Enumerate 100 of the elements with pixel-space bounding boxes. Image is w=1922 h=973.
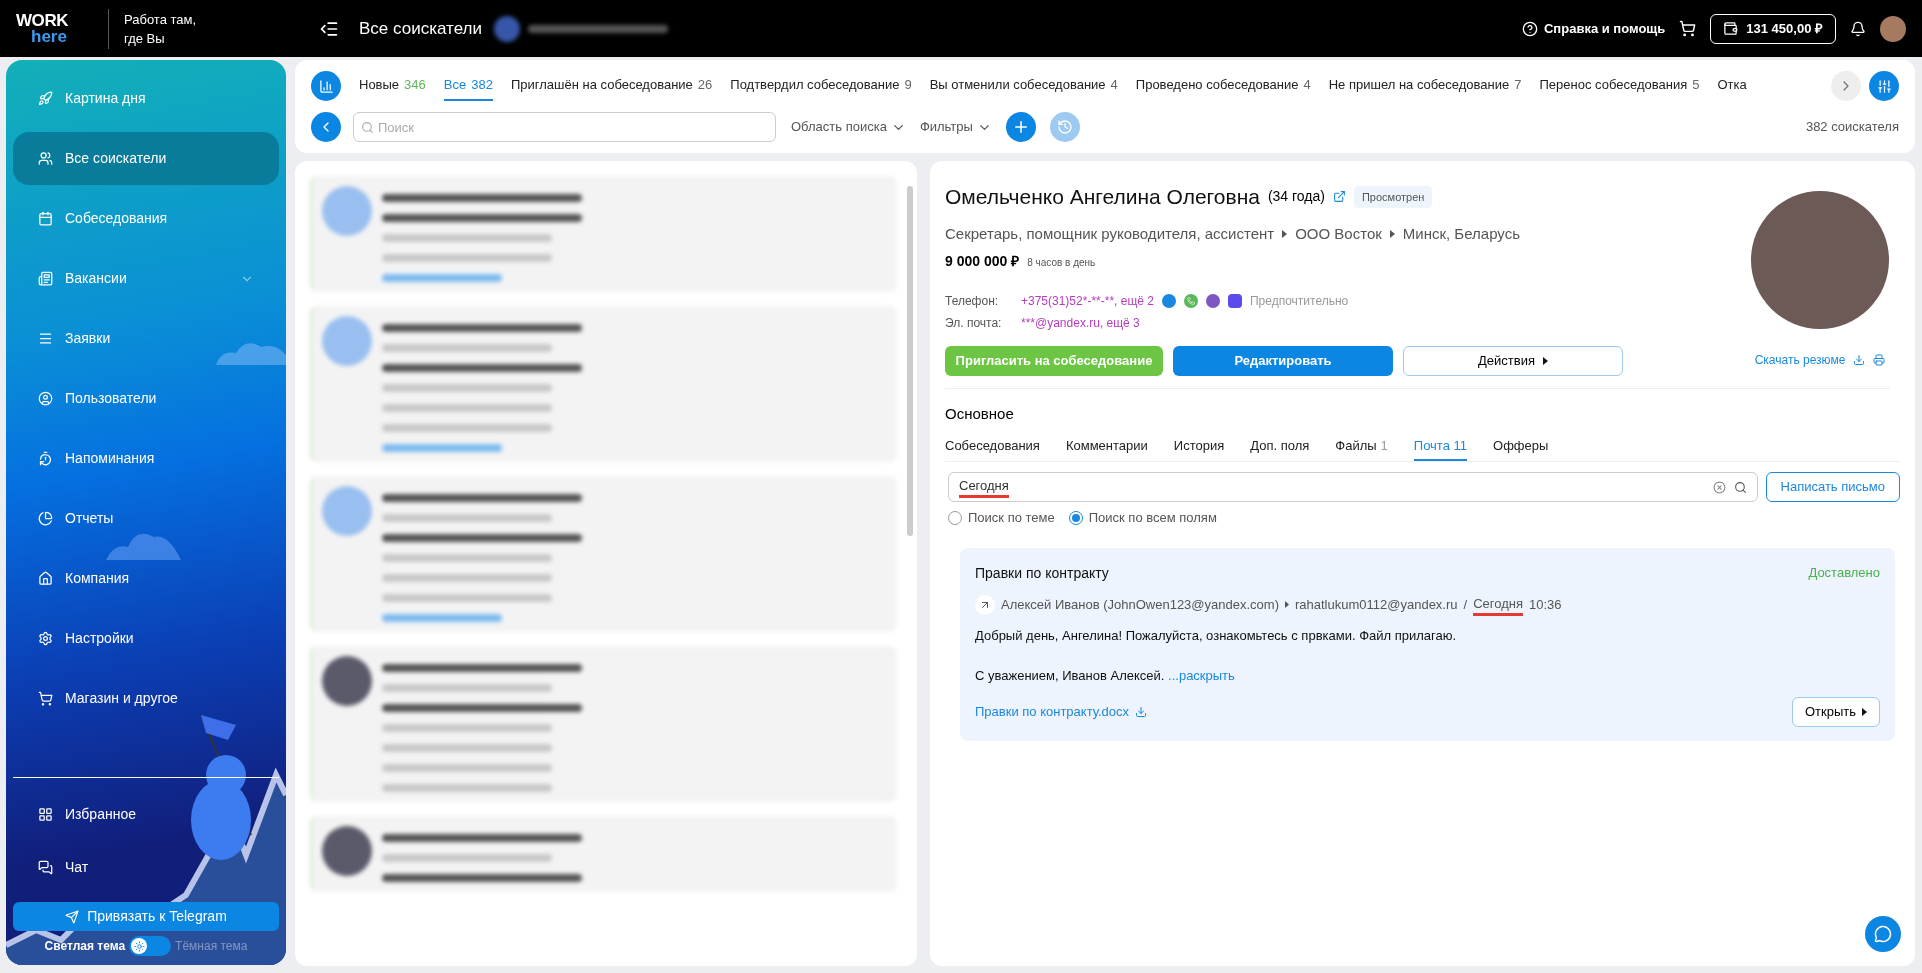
status-tab[interactable]: Приглашён на собеседование 26 (510, 71, 713, 101)
nav-item[interactable]: Напоминания (13, 432, 279, 485)
email-link[interactable]: ***@yandex.ru, ещё 3 (1021, 314, 1140, 332)
blurred-candidate-card[interactable] (310, 816, 897, 892)
mail-search-field[interactable]: Сегодня (948, 472, 1758, 502)
dark-theme-label: Тёмная тема (175, 938, 248, 955)
caret-right-icon (1389, 229, 1395, 238)
candidate-total: 382 соискателя (1805, 118, 1899, 137)
status-tab[interactable]: Перенос собеседования 5 (1539, 71, 1700, 101)
logo[interactable]: WORK here (16, 12, 108, 45)
email-body: Добрый день, Ангелина! Пожалуйста, ознакомьтесь с првками. Файл прилагаю. (975, 627, 1458, 645)
nav-label: Собеседования (65, 209, 168, 228)
phone-link[interactable]: +375(31)52*-**-**, ещё 2 (1021, 292, 1154, 310)
avatar[interactable] (1880, 15, 1906, 42)
status-tab[interactable]: Подтвердил собеседование 9 (730, 71, 912, 101)
theme-switch[interactable] (129, 936, 172, 956)
actions-button[interactable]: Действия (1403, 346, 1623, 376)
light-theme-label: Светлая тема (44, 938, 126, 955)
timer-icon (38, 451, 53, 466)
balance-button[interactable]: 131 450,00 ₽ (1710, 13, 1836, 44)
phone-bubble-icon[interactable] (1183, 294, 1198, 308)
status-tab[interactable]: Не пришел на собеседование 7 (1328, 71, 1522, 101)
back-button[interactable] (311, 112, 341, 142)
status-tab[interactable]: Отка (1717, 71, 1747, 101)
caret-right-icon (1282, 229, 1288, 238)
add-button[interactable] (1005, 112, 1036, 142)
history-icon (1056, 119, 1073, 135)
nav-item[interactable]: Избранное (13, 788, 279, 841)
support-chat-button[interactable] (1865, 916, 1901, 952)
pie-chart-icon (38, 511, 53, 526)
status-tab[interactable]: Проведено собеседование 4 (1135, 71, 1311, 101)
open-button[interactable]: Открыть (1791, 697, 1880, 727)
external-link-icon[interactable] (1332, 190, 1346, 204)
grid-icon (38, 807, 53, 822)
path-text: Секретарь, помощник руководителя, ассистент (945, 223, 1275, 244)
bar-chart-icon (318, 78, 334, 94)
nav-label: Избранное (65, 805, 136, 824)
nav-item[interactable]: Все соискатели (13, 132, 279, 185)
attachment-link[interactable]: Правки по контракту.docx (975, 702, 1147, 722)
status-tab[interactable]: Новые 346 (359, 71, 426, 101)
path-text: Минск, Беларусь (1402, 223, 1520, 244)
blurred-candidate-card[interactable] (310, 476, 897, 632)
tab-count: 4 (1110, 76, 1118, 95)
email-time: 10:36 (1529, 596, 1562, 614)
help-link[interactable]: Справка и помощь (1522, 18, 1666, 39)
status-tab[interactable]: Все 382 (443, 71, 493, 101)
bell-icon[interactable] (1850, 20, 1866, 37)
search-field[interactable]: Поиск (353, 112, 776, 142)
detail-tab[interactable]: Офферы (1493, 435, 1549, 461)
cart-icon[interactable] (1679, 20, 1697, 37)
caret-right-icon (1285, 601, 1289, 609)
nav-item[interactable]: Пользователи (13, 372, 279, 425)
candidate-age: (34 года) (1267, 187, 1325, 207)
search-icon[interactable] (1733, 480, 1747, 494)
salary: 9 000 000 ₽ (945, 252, 1020, 271)
status-badge: Просмотрен (1353, 185, 1433, 208)
clear-icon[interactable] (1712, 480, 1726, 494)
blurred-candidate-card[interactable] (310, 306, 897, 462)
tab-count: 7 (1514, 76, 1522, 95)
tagline: Работа там, где Вы (124, 10, 198, 48)
detail-tab[interactable]: История (1173, 435, 1225, 461)
tab-count: 382 (471, 76, 493, 95)
people-icon (38, 151, 53, 166)
nav-item[interactable]: Настройки (13, 612, 279, 665)
search-scope-dropdown[interactable]: Область поиска (791, 117, 906, 137)
nav-label: Магазин и другое (65, 689, 178, 708)
detail-tab[interactable]: Почта 11 (1413, 435, 1468, 461)
telegram-button[interactable]: Привязать к Telegram (13, 902, 279, 931)
tab-count: 1 (1380, 437, 1388, 453)
nav-label: Настройки (65, 629, 134, 648)
settings-button[interactable] (1869, 71, 1899, 101)
scroll-right-button[interactable] (1831, 71, 1861, 101)
nav-item[interactable]: Магазин и другое (13, 672, 279, 725)
detail-tab[interactable]: Доп. поля (1250, 435, 1310, 461)
house-icon (38, 571, 53, 586)
download-resume-link[interactable]: Скачать резюме (1754, 351, 1846, 369)
tab-count: 9 (904, 76, 912, 95)
chat-bubble-icon[interactable] (1205, 294, 1220, 308)
write-letter-button[interactable]: Написать письмо (1765, 472, 1900, 502)
detail-tab[interactable]: Комментарии (1065, 435, 1148, 461)
telegram-icon[interactable] (1161, 294, 1176, 308)
photo-placeholder (322, 826, 372, 876)
nav-item[interactable]: Компания (13, 552, 279, 605)
nav-item[interactable]: Заявки (13, 312, 279, 365)
detail-tab[interactable]: Собеседования (945, 435, 1040, 461)
edit-button[interactable]: Редактировать (1173, 346, 1393, 376)
search-mode-radio[interactable]: Поиск по всем полям (1068, 508, 1217, 528)
nav-item[interactable]: Отчеты (13, 492, 279, 545)
filters-dropdown[interactable]: Фильтры (919, 117, 992, 137)
blurred-candidate-card[interactable] (310, 176, 897, 292)
download-icon[interactable] (1853, 354, 1866, 366)
detail-tab[interactable]: Файлы 1 (1335, 435, 1388, 461)
search-mode-radio[interactable]: Поиск по теме (948, 508, 1055, 528)
stats-button[interactable] (311, 71, 341, 101)
blurred-candidate-card[interactable] (310, 646, 897, 802)
nav-item[interactable]: Чат (13, 841, 279, 894)
status-tab[interactable]: Вы отменили собеседование 4 (929, 71, 1118, 101)
nav-label: Вакансии (65, 269, 127, 288)
nav-label: Напоминания (65, 449, 155, 468)
printer-icon[interactable] (1873, 354, 1886, 366)
